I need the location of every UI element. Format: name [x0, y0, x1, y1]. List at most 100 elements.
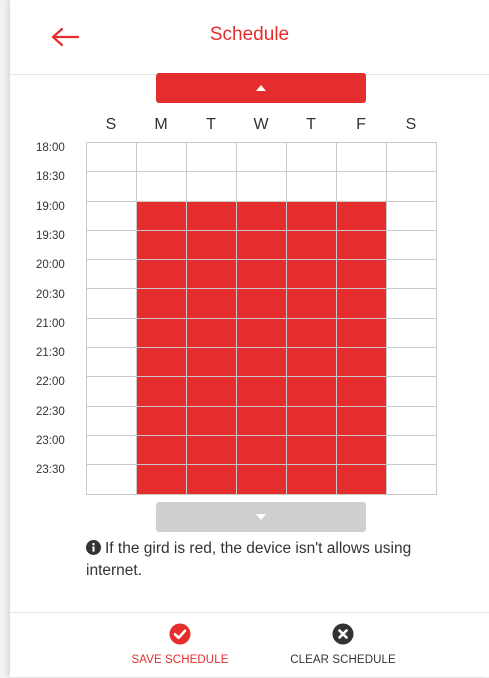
- schedule-cell[interactable]: [87, 318, 137, 349]
- schedule-cell[interactable]: [287, 377, 337, 407]
- schedule-cell[interactable]: [237, 143, 287, 173]
- schedule-cell[interactable]: [237, 318, 287, 349]
- time-label: 20:00: [36, 259, 65, 272]
- schedule-cell[interactable]: [387, 230, 437, 261]
- schedule-cell[interactable]: [187, 435, 237, 466]
- x-circle-icon: [332, 623, 354, 645]
- schedule-cell[interactable]: [387, 289, 437, 319]
- schedule-cell[interactable]: [87, 348, 137, 378]
- scroll-up-button[interactable]: [156, 73, 366, 103]
- schedule-cell[interactable]: [337, 289, 387, 319]
- schedule-cell[interactable]: [287, 260, 337, 290]
- schedule-cell[interactable]: [337, 435, 387, 466]
- schedule-cell[interactable]: [137, 230, 187, 261]
- time-label: 23:00: [36, 435, 65, 447]
- schedule-cell[interactable]: [337, 318, 387, 349]
- schedule-cell[interactable]: [87, 172, 137, 202]
- schedule-cell[interactable]: [87, 406, 137, 436]
- schedule-cell[interactable]: [287, 348, 337, 378]
- schedule-cell[interactable]: [137, 406, 187, 436]
- schedule-cell[interactable]: [237, 201, 287, 231]
- schedule-cell[interactable]: [387, 377, 437, 407]
- schedule-cell[interactable]: [187, 260, 237, 290]
- schedule-cell[interactable]: [387, 406, 437, 436]
- schedule-cell[interactable]: [337, 172, 387, 202]
- schedule-cell[interactable]: [187, 465, 237, 495]
- schedule-cell[interactable]: [237, 348, 287, 378]
- schedule-cell[interactable]: [137, 260, 187, 290]
- schedule-cell[interactable]: [337, 143, 387, 173]
- schedule-cell[interactable]: [87, 260, 137, 290]
- schedule-cell[interactable]: [187, 230, 237, 261]
- schedule-cell[interactable]: [137, 435, 187, 466]
- schedule-cell[interactable]: [187, 201, 237, 231]
- schedule-cell[interactable]: [137, 465, 187, 495]
- schedule-cell[interactable]: [237, 406, 287, 436]
- schedule-cell[interactable]: [337, 260, 387, 290]
- schedule-cell[interactable]: [337, 465, 387, 495]
- save-schedule-button[interactable]: SAVE SCHEDULE: [118, 623, 242, 666]
- page-title: Schedule: [209, 24, 290, 45]
- schedule-cell[interactable]: [287, 143, 337, 173]
- schedule-cell[interactable]: [87, 465, 137, 495]
- schedule-cell[interactable]: [237, 465, 287, 495]
- schedule-cell[interactable]: [287, 318, 337, 349]
- schedule-cell[interactable]: [237, 377, 287, 407]
- schedule-cell[interactable]: [337, 230, 387, 261]
- schedule-cell[interactable]: [137, 143, 187, 173]
- schedule-cell[interactable]: [387, 348, 437, 378]
- schedule-cell[interactable]: [337, 348, 387, 378]
- caret-down-icon: [256, 514, 266, 520]
- day-header: T: [306, 116, 316, 133]
- schedule-cell[interactable]: [237, 289, 287, 319]
- schedule-cell[interactable]: [137, 377, 187, 407]
- time-label: 20:30: [36, 288, 65, 301]
- schedule-cell[interactable]: [287, 289, 337, 319]
- schedule-cell[interactable]: [137, 318, 187, 349]
- schedule-cell[interactable]: [187, 348, 237, 378]
- schedule-cell[interactable]: [337, 201, 387, 231]
- schedule-cell[interactable]: [337, 406, 387, 436]
- schedule-cell[interactable]: [387, 201, 437, 231]
- schedule-cell[interactable]: [137, 201, 187, 231]
- schedule-cell[interactable]: [87, 230, 137, 261]
- schedule-cell[interactable]: [237, 435, 287, 466]
- schedule-cell[interactable]: [237, 230, 287, 261]
- schedule-cell[interactable]: [137, 289, 187, 319]
- schedule-cell[interactable]: [187, 406, 237, 436]
- day-header: W: [253, 116, 269, 133]
- scroll-down-button[interactable]: [156, 502, 366, 532]
- schedule-cell[interactable]: [237, 260, 287, 290]
- schedule-cell[interactable]: [387, 172, 437, 202]
- schedule-cell[interactable]: [287, 406, 337, 436]
- schedule-cell[interactable]: [137, 172, 187, 202]
- time-label: 21:30: [36, 347, 65, 360]
- schedule-cell[interactable]: [337, 377, 387, 407]
- schedule-cell[interactable]: [187, 318, 237, 349]
- schedule-cell[interactable]: [287, 172, 337, 202]
- schedule-cell[interactable]: [187, 289, 237, 319]
- schedule-cell[interactable]: [87, 201, 137, 231]
- schedule-cell[interactable]: [87, 435, 137, 466]
- day-header: M: [154, 116, 168, 133]
- time-label: 18:30: [36, 171, 65, 184]
- schedule-cell[interactable]: [87, 289, 137, 319]
- schedule-cell[interactable]: [387, 143, 437, 173]
- schedule-cell[interactable]: [287, 435, 337, 466]
- schedule-cell[interactable]: [187, 143, 237, 173]
- schedule-cell[interactable]: [387, 465, 437, 495]
- schedule-cell[interactable]: [287, 201, 337, 231]
- schedule-cell[interactable]: [287, 230, 337, 261]
- clear-schedule-button[interactable]: CLEAR SCHEDULE: [276, 623, 410, 666]
- schedule-panel: Schedule S M T W T F S 18:00 18:30 19:00 19:30 20:…: [10, 0, 489, 677]
- schedule-cell[interactable]: [287, 465, 337, 495]
- schedule-cell[interactable]: [387, 318, 437, 349]
- schedule-cell[interactable]: [387, 260, 437, 290]
- schedule-cell[interactable]: [387, 435, 437, 466]
- schedule-cell[interactable]: [137, 348, 187, 378]
- schedule-cell[interactable]: [187, 377, 237, 407]
- schedule-cell[interactable]: [237, 172, 287, 202]
- schedule-cell[interactable]: [87, 377, 137, 407]
- schedule-cell[interactable]: [87, 143, 137, 173]
- schedule-cell[interactable]: [187, 172, 237, 202]
